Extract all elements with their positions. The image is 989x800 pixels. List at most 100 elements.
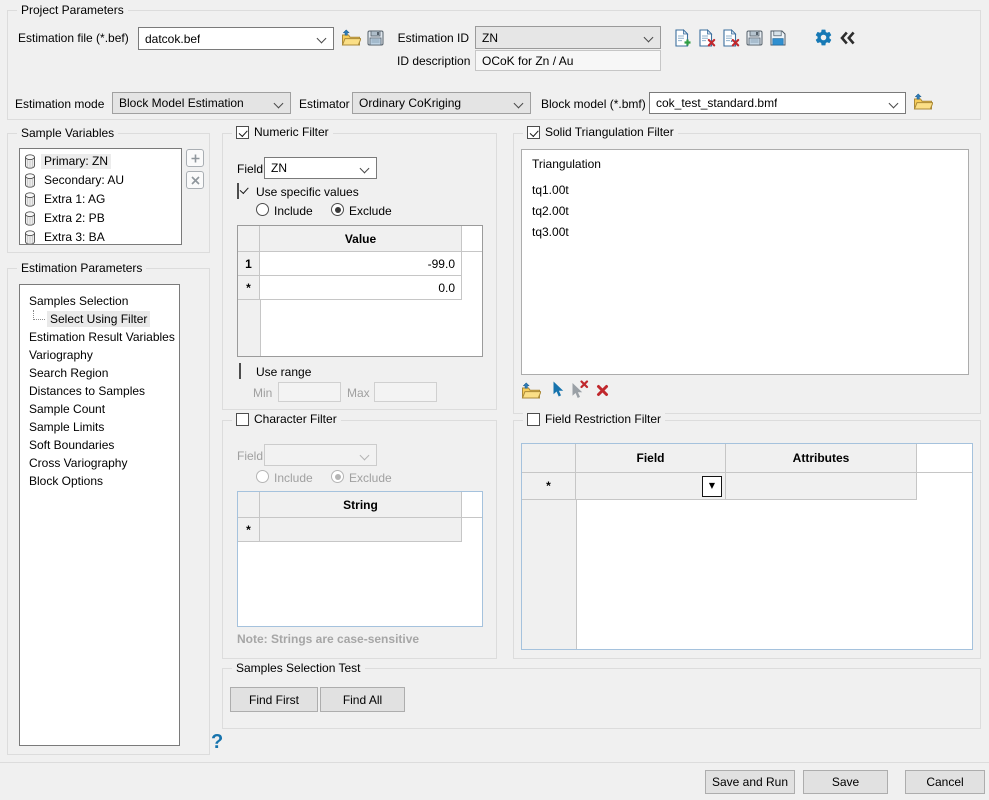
attributes-cell[interactable]	[726, 473, 917, 500]
block-model-combo[interactable]: cok_test_standard.bmf	[649, 92, 906, 114]
chevron-down-icon	[274, 99, 284, 109]
chevron-down-icon	[889, 99, 899, 109]
triangulation-list[interactable]: Triangulation tq1.00ttq2.00ttq3.00t	[521, 149, 969, 375]
load-triangulation-icon[interactable]	[521, 382, 541, 399]
save-button[interactable]: Save	[803, 770, 888, 794]
use-specific-values-checkbox[interactable]	[237, 183, 239, 199]
sample-variable-item[interactable]: Primary: ZN	[20, 152, 181, 171]
remove-variable-button[interactable]	[186, 171, 204, 189]
max-field[interactable]	[374, 382, 437, 402]
estimation-parameter-item[interactable]: Samples Selection	[20, 291, 179, 309]
numeric-value-row[interactable]: *0.0	[238, 276, 482, 300]
open-block-model-folder-icon[interactable]	[913, 93, 933, 110]
string-cell[interactable]	[260, 518, 462, 542]
max-label: Max	[347, 386, 370, 400]
string-column-header[interactable]: String	[260, 492, 462, 518]
database-icon	[24, 173, 36, 188]
character-exclude-radio[interactable]	[331, 470, 344, 483]
estimator-combo[interactable]: Ordinary CoKriging	[352, 92, 531, 114]
numeric-exclude-radio[interactable]	[331, 203, 344, 216]
find-all-button[interactable]: Find All	[320, 687, 405, 712]
triangulation-item[interactable]: tq1.00t	[522, 180, 968, 201]
field-restriction-filter-checkbox[interactable]	[527, 413, 540, 426]
save-flat-icon[interactable]	[770, 30, 786, 46]
find-first-button[interactable]: Find First	[230, 687, 318, 712]
solid-triangulation-filter-checkbox[interactable]	[527, 126, 540, 139]
value-column-header[interactable]: Value	[260, 226, 462, 252]
add-variable-button[interactable]	[186, 149, 204, 167]
character-string-row[interactable]: *	[238, 518, 482, 542]
estimation-parameter-item[interactable]: Estimation Result Variables	[20, 327, 179, 345]
field-dropdown-button[interactable]: ▼	[702, 476, 722, 497]
tree-branch-line	[33, 310, 45, 320]
estimation-parameter-item[interactable]: Distances to Samples	[20, 381, 179, 399]
help-icon[interactable]: ?	[211, 731, 223, 754]
add-id-icon[interactable]	[674, 29, 692, 47]
estimation-parameters-tree[interactable]: Samples SelectionSelect Using Filter Esti…	[19, 284, 180, 746]
samples-selection-test-title: Samples Selection Test	[232, 661, 365, 675]
estimation-id-combo[interactable]: ZN	[475, 26, 661, 49]
field-cell[interactable]: ▼	[576, 473, 726, 500]
estimation-parameter-item[interactable]: Sample Limits	[20, 417, 179, 435]
numeric-exclude-label: Exclude	[349, 204, 392, 218]
id-description-field[interactable]: OCoK for Zn / Au	[475, 50, 661, 71]
use-range-label: Use range	[256, 365, 311, 379]
use-range-checkbox[interactable]	[239, 363, 241, 379]
row-header-cell: 1	[238, 252, 260, 276]
save-and-run-button[interactable]: Save and Run	[705, 770, 795, 794]
unpick-triangulation-icon[interactable]	[571, 380, 589, 398]
estimation-parameter-item[interactable]: Soft Boundaries	[20, 435, 179, 453]
remove-triangulation-icon[interactable]	[596, 384, 609, 397]
numeric-filter-checkbox[interactable]	[236, 126, 249, 139]
estimation-parameter-item[interactable]: Sample Count	[20, 399, 179, 417]
sample-variable-item[interactable]: Extra 3: BA	[20, 228, 181, 245]
estimation-mode-combo[interactable]: Block Model Estimation	[112, 92, 291, 114]
estimation-parameter-item[interactable]: Variography	[20, 345, 179, 363]
sample-variable-item[interactable]: Extra 1: AG	[20, 190, 181, 209]
character-filter-checkbox[interactable]	[236, 413, 249, 426]
triangulation-item[interactable]: tq2.00t	[522, 201, 968, 222]
field-column-header[interactable]: Field	[576, 444, 726, 473]
numeric-include-radio[interactable]	[256, 203, 269, 216]
save-icon[interactable]	[367, 30, 384, 46]
duplicate-id-icon[interactable]	[722, 29, 740, 47]
numeric-values-rows: 1-99.0*0.0	[238, 252, 482, 300]
character-strings-table[interactable]: String *	[237, 491, 483, 627]
sample-variables-list[interactable]: Primary: ZNSecondary: AUExtra 1: AGExtra…	[19, 148, 182, 245]
table-corner-cell	[238, 492, 260, 518]
field-restriction-row[interactable]: *▼	[522, 473, 972, 500]
character-include-radio[interactable]	[256, 470, 269, 483]
value-cell[interactable]: 0.0	[260, 276, 462, 300]
save-3d-icon[interactable]	[746, 30, 763, 46]
estimation-parameter-label: Estimation Result Variables	[26, 329, 178, 345]
numeric-value-row[interactable]: 1-99.0	[238, 252, 482, 276]
open-folder-icon[interactable]	[341, 29, 361, 46]
cancel-button[interactable]: Cancel	[905, 770, 985, 794]
collapse-chevrons-icon[interactable]	[839, 31, 856, 45]
chevron-down-icon	[514, 99, 524, 109]
estimation-parameter-item[interactable]: Select Using Filter	[20, 309, 179, 327]
settings-gear-icon[interactable]	[814, 28, 833, 47]
delete-id-icon[interactable]	[698, 29, 716, 47]
estimation-parameter-item[interactable]: Cross Variography	[20, 453, 179, 471]
attributes-column-header[interactable]: Attributes	[726, 444, 917, 473]
sample-variable-item[interactable]: Extra 2: PB	[20, 209, 181, 228]
numeric-values-table[interactable]: Value 1-99.0*0.0	[237, 225, 483, 357]
numeric-field-combo[interactable]: ZN	[264, 157, 377, 179]
field-restriction-rows: *▼	[522, 473, 972, 500]
x-icon	[191, 176, 200, 185]
sample-variable-item[interactable]: Secondary: AU	[20, 171, 181, 190]
triangulation-item[interactable]: tq3.00t	[522, 222, 968, 243]
estimation-parameter-item[interactable]: Block Options	[20, 471, 179, 489]
min-field[interactable]	[278, 382, 341, 402]
dropdown-arrow-icon: ▼	[709, 482, 715, 490]
chevron-down-icon	[644, 33, 654, 43]
estimation-parameter-item[interactable]: Search Region	[20, 363, 179, 381]
estimation-file-combo[interactable]: datcok.bef	[138, 27, 334, 50]
field-restriction-table[interactable]: Field Attributes *▼	[521, 443, 973, 650]
pick-triangulation-icon[interactable]	[552, 381, 565, 398]
estimation-id-label: Estimation ID	[397, 31, 469, 45]
value-cell[interactable]: -99.0	[260, 252, 462, 276]
character-field-combo[interactable]	[264, 444, 377, 466]
database-icon	[24, 192, 36, 207]
